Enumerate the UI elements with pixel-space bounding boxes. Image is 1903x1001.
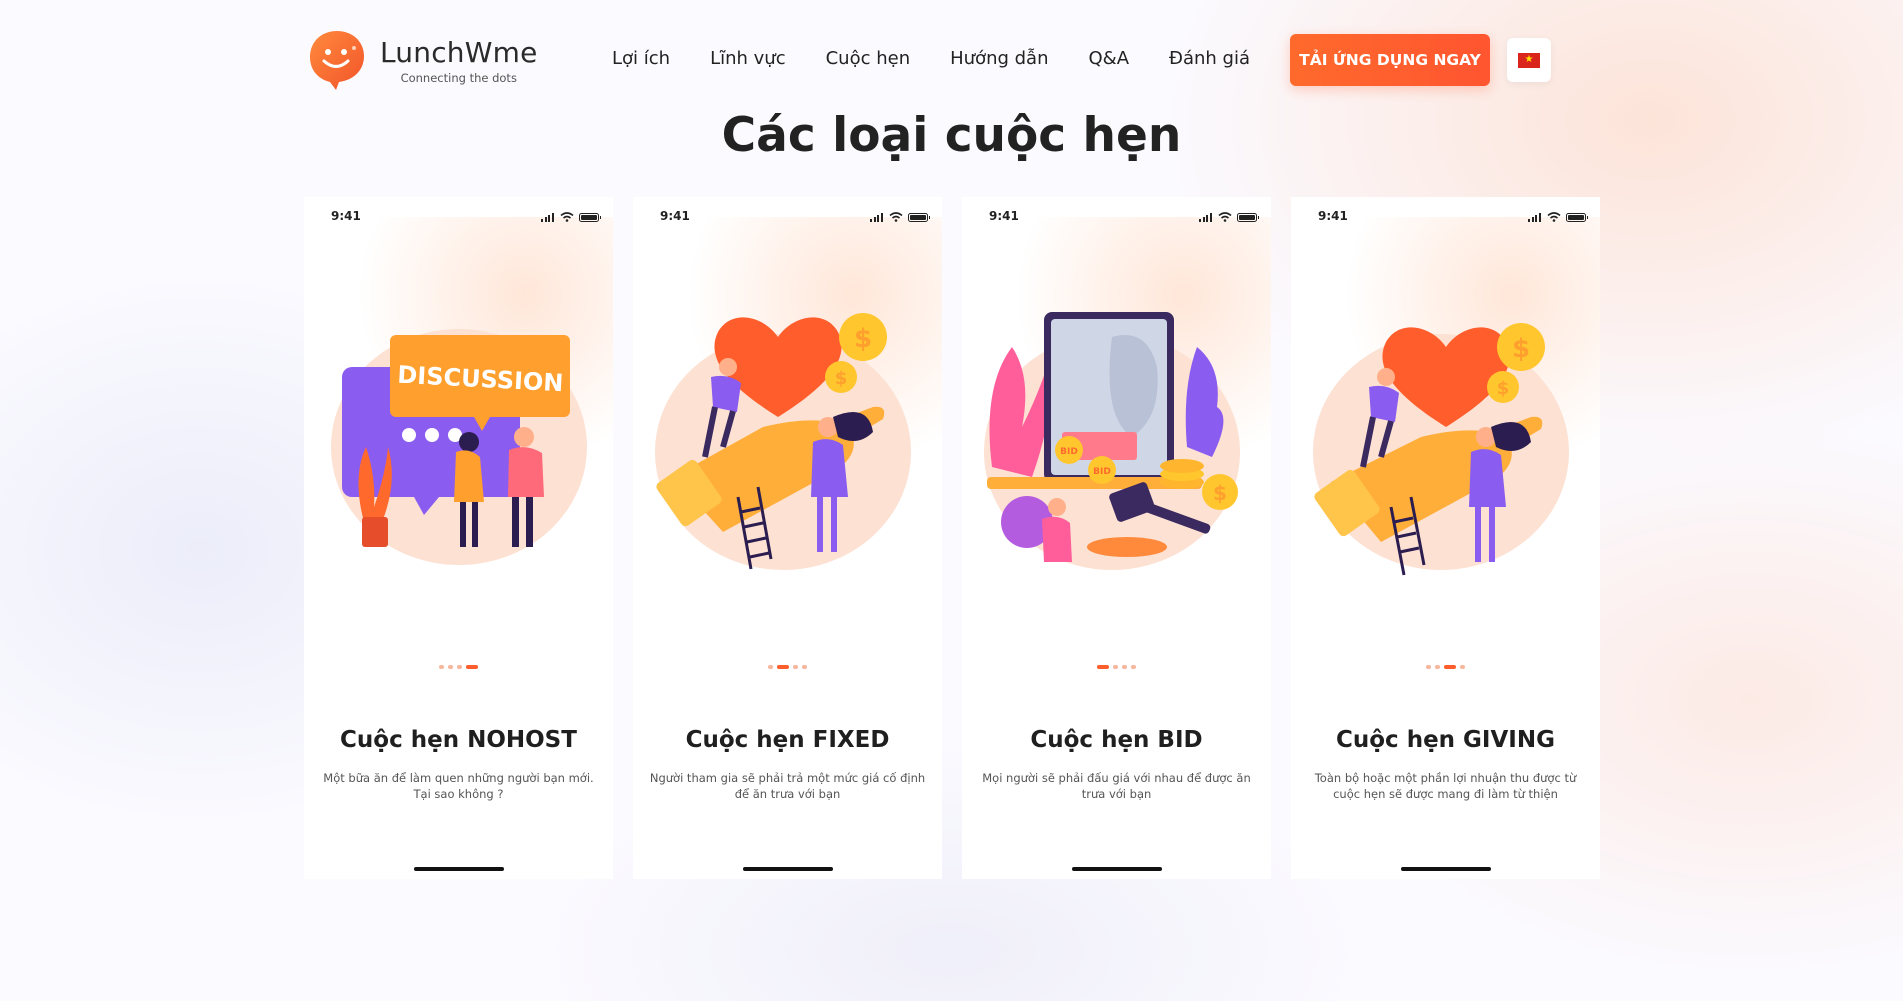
signal-icon bbox=[1528, 212, 1542, 222]
nav-item-loi-ich[interactable]: Lợi ích bbox=[612, 48, 670, 69]
brand-name: LunchWme bbox=[380, 35, 538, 69]
download-app-button[interactable]: TẢI ỨNG DỤNG NGAY bbox=[1290, 34, 1490, 86]
pagination-dot bbox=[448, 665, 453, 669]
card-title: Cuộc hẹn NOHOST bbox=[340, 727, 577, 753]
wifi-icon bbox=[1218, 212, 1232, 222]
bid-label: BID bbox=[1060, 447, 1078, 457]
battery-icon bbox=[1237, 212, 1259, 222]
pagination-dot bbox=[457, 665, 462, 669]
card-fixed[interactable]: 9:41 $ $ Cuộc hẹn FIXED Người tham gia s… bbox=[633, 197, 942, 879]
wifi-icon bbox=[889, 212, 903, 222]
svg-text:$: $ bbox=[1497, 378, 1510, 399]
status-time: 9:41 bbox=[331, 209, 361, 223]
svg-text:$: $ bbox=[1512, 334, 1530, 364]
home-indicator bbox=[1401, 867, 1491, 871]
section-title: Các loại cuộc hẹn bbox=[721, 108, 1182, 163]
card-description: Mọi người sẽ phải đấu giá với nhau để đư… bbox=[982, 771, 1251, 801]
home-indicator bbox=[743, 867, 833, 871]
card-title: Cuộc hẹn FIXED bbox=[685, 727, 890, 753]
wifi-icon bbox=[1547, 212, 1561, 222]
auction-bid-illustration: BID BID $ bbox=[984, 312, 1240, 570]
phone-status-bar: 9:41 bbox=[304, 209, 613, 229]
status-time: 9:41 bbox=[1318, 209, 1348, 223]
card-description: Người tham gia sẽ phải trả một mức giá c… bbox=[649, 771, 926, 801]
wifi-icon bbox=[560, 212, 574, 222]
svg-text:$: $ bbox=[1213, 481, 1227, 505]
phone-status-bar: 9:41 bbox=[962, 209, 1271, 229]
card-giving[interactable]: 9:41 $ $ Cuộc hẹn GIVING Toàn bộ hoặc mộ… bbox=[1291, 197, 1600, 879]
card-title: Cuộc hẹn BID bbox=[1030, 727, 1203, 753]
nav-item-cuoc-hen[interactable]: Cuộc hẹn bbox=[826, 48, 911, 69]
signal-icon bbox=[541, 212, 555, 222]
pagination-dots bbox=[1291, 665, 1600, 669]
svg-text:$: $ bbox=[835, 368, 848, 389]
home-indicator bbox=[1072, 867, 1162, 871]
nav-item-huong-dan[interactable]: Hướng dẫn bbox=[950, 48, 1048, 69]
pagination-dot bbox=[1122, 665, 1127, 669]
pagination-dot bbox=[1131, 665, 1136, 669]
appointment-types-list: 9:41 DISCUSSION Cuộc hẹn NOHOST Một bữa … bbox=[304, 197, 1600, 879]
heart-coins-illustration: $ $ bbox=[1313, 323, 1569, 576]
status-time: 9:41 bbox=[660, 209, 690, 223]
card-title: Cuộc hẹn GIVING bbox=[1336, 727, 1555, 753]
battery-icon bbox=[579, 212, 601, 222]
phone-status-bar: 9:41 bbox=[633, 209, 942, 229]
pagination-dot bbox=[768, 665, 773, 669]
nav-item-danh-gia[interactable]: Đánh giá bbox=[1169, 48, 1250, 69]
signal-icon bbox=[1199, 212, 1213, 222]
svg-text:$: $ bbox=[854, 324, 872, 354]
pagination-dot bbox=[802, 665, 807, 669]
card-nohost[interactable]: 9:41 DISCUSSION Cuộc hẹn NOHOST Một bữa … bbox=[304, 197, 613, 879]
language-switcher[interactable]: ★ bbox=[1507, 38, 1551, 82]
pagination-dot bbox=[1426, 665, 1431, 669]
lunchwme-logo-icon bbox=[310, 31, 364, 90]
pagination-dot-active bbox=[466, 665, 478, 669]
pagination-dots bbox=[304, 665, 613, 669]
main-nav: Lợi ích Lĩnh vực Cuộc hẹn Hướng dẫn Q&A … bbox=[612, 48, 1290, 69]
brand-logo[interactable]: LunchWme Connecting the dots bbox=[308, 28, 538, 92]
pagination-dots bbox=[633, 665, 942, 669]
vietnam-flag-icon: ★ bbox=[1518, 52, 1540, 68]
discussion-illustration: DISCUSSION bbox=[331, 329, 587, 565]
card-description: Toàn bộ hoặc một phần lợi nhuận thu được… bbox=[1314, 771, 1577, 801]
battery-icon bbox=[908, 212, 930, 222]
status-time: 9:41 bbox=[989, 209, 1019, 223]
pagination-dot bbox=[793, 665, 798, 669]
pagination-dot-active bbox=[1444, 665, 1456, 669]
signal-icon bbox=[870, 212, 884, 222]
heart-coins-illustration: $ $ bbox=[655, 313, 911, 570]
pagination-dot bbox=[1460, 665, 1465, 669]
bid-label: BID bbox=[1093, 467, 1111, 477]
pagination-dot-active bbox=[777, 665, 789, 669]
card-description: Một bữa ăn để làm quen những người bạn m… bbox=[323, 771, 594, 801]
phone-status-bar: 9:41 bbox=[1291, 209, 1600, 229]
site-header: LunchWme Connecting the dots Lợi ích Lĩn… bbox=[0, 0, 1903, 120]
pagination-dot bbox=[439, 665, 444, 669]
brand-tagline: Connecting the dots bbox=[400, 70, 517, 85]
pagination-dot bbox=[1113, 665, 1118, 669]
battery-icon bbox=[1566, 212, 1588, 222]
nav-item-linh-vuc[interactable]: Lĩnh vực bbox=[710, 48, 786, 69]
pagination-dots bbox=[962, 665, 1271, 669]
home-indicator bbox=[414, 867, 504, 871]
nav-item-qa[interactable]: Q&A bbox=[1089, 48, 1130, 69]
pagination-dot bbox=[1435, 665, 1440, 669]
pagination-dot-active bbox=[1097, 665, 1109, 669]
card-bid[interactable]: 9:41 BID BID $ Cuộc hẹn BID Mọi người sẽ… bbox=[962, 197, 1271, 879]
